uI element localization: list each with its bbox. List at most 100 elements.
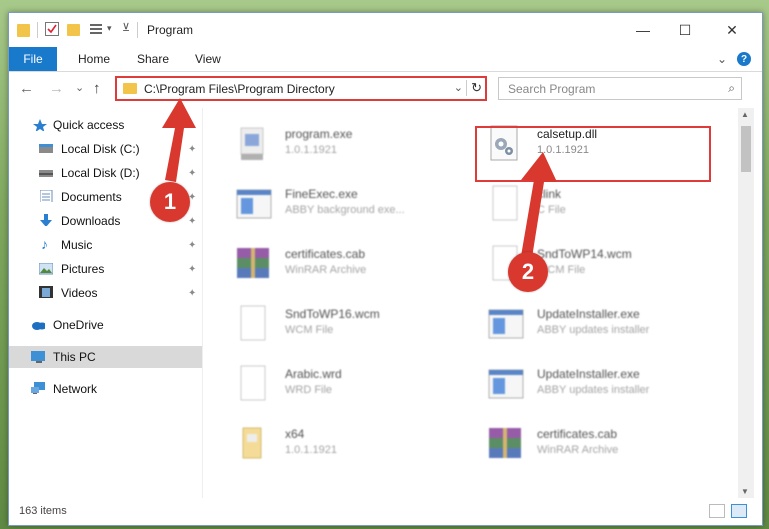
folder-icon <box>17 24 30 37</box>
step-1-badge: 1 <box>150 182 190 222</box>
sidebar-item-pictures[interactable]: Pictures ✦ <box>9 258 202 280</box>
app-window-icon <box>488 309 524 339</box>
pin-icon[interactable]: ✦ <box>188 288 196 299</box>
maximize-button[interactable]: ☐ <box>664 13 706 47</box>
videos-icon <box>39 286 53 298</box>
separator <box>137 22 138 38</box>
tab-file[interactable]: File <box>9 47 57 71</box>
sidebar-item-label: Documents <box>61 190 122 204</box>
pin-icon[interactable]: ✦ <box>188 216 196 227</box>
sidebar-item-onedrive[interactable]: OneDrive <box>9 314 202 336</box>
expand-ribbon-icon[interactable]: ⌄ <box>717 47 727 71</box>
refresh-button[interactable]: ↻ <box>466 80 482 96</box>
pin-icon[interactable]: ✦ <box>188 144 196 155</box>
large-icons-view-button[interactable] <box>731 504 747 518</box>
window-title: Program <box>147 23 194 37</box>
file-explorer-window: ▾ ⊻ Program — ☐ ✕ File Home Share View ⌄… <box>8 12 763 526</box>
vertical-scrollbar[interactable]: ▲ ▼ <box>738 108 754 498</box>
details-view-button[interactable] <box>709 504 725 518</box>
minimize-button[interactable]: — <box>622 13 664 47</box>
file-item[interactable]: certificates.cab WinRAR Archive <box>485 420 725 470</box>
address-path[interactable]: C:\Program Files\Program Directory <box>144 82 335 96</box>
status-bar: 163 items <box>9 499 762 525</box>
sidebar-item-label: Pictures <box>61 262 105 276</box>
winrar-icon <box>489 428 521 458</box>
step-2-badge: 2 <box>508 252 548 292</box>
cloud-icon <box>32 322 45 330</box>
back-button[interactable]: ← <box>19 80 34 97</box>
drive-icon <box>39 170 53 177</box>
file-name: FineExec.exe <box>285 187 358 201</box>
file-item[interactable]: clink C File <box>485 180 725 230</box>
help-icon[interactable]: ? <box>737 52 751 66</box>
file-name: SndToWP14.wcm <box>537 247 632 261</box>
file-list: program.exe 1.0.1.1921 calsetup.dll 1.0.… <box>203 108 737 498</box>
sidebar-item-videos[interactable]: Videos ✦ <box>9 282 202 304</box>
sidebar-item-label: Local Disk (C:) <box>61 142 140 156</box>
file-name: certificates.cab <box>537 427 618 441</box>
forward-button[interactable]: → <box>49 80 64 97</box>
navigation-bar: ← → ⌄ ↑ C:\Program Files\Program Directo… <box>9 72 762 106</box>
sidebar-item-label: Downloads <box>61 214 121 228</box>
address-dropdown-icon[interactable]: ⌄ <box>454 81 463 94</box>
search-input[interactable]: Search Program ⌕ <box>498 77 742 100</box>
sidebar-item-local-disk-c[interactable]: Local Disk (C:) ✦ <box>9 138 202 160</box>
sidebar-item-network[interactable]: Network <box>9 378 202 400</box>
sidebar-item-label: Videos <box>61 286 98 300</box>
file-desc: 1.0.1.1921 <box>285 144 337 156</box>
sidebar-item-label: Music <box>61 238 93 252</box>
title-bar: ▾ ⊻ Program — ☐ ✕ <box>9 13 762 47</box>
tab-view[interactable]: View <box>195 47 221 71</box>
pin-icon[interactable]: ✦ <box>188 264 196 275</box>
tab-home[interactable]: Home <box>78 47 110 71</box>
scroll-down-icon[interactable]: ▼ <box>741 487 749 496</box>
properties-icon[interactable] <box>45 22 59 36</box>
file-item[interactable]: FineExec.exe ABBY background exe... <box>233 180 473 230</box>
file-item[interactable]: UpdateInstaller.exe ABBY updates install… <box>485 360 725 410</box>
sidebar-item-music[interactable]: ♪ Music ✦ <box>9 234 202 256</box>
file-item[interactable]: UpdateInstaller.exe ABBY updates install… <box>485 300 725 350</box>
item-count: 163 items <box>19 505 67 517</box>
separator <box>37 22 38 38</box>
blank-file-icon <box>492 185 518 221</box>
file-item[interactable]: SndToWP16.wcm WCM File <box>233 300 473 350</box>
search-icon: ⌕ <box>728 81 735 95</box>
tab-share[interactable]: Share <box>137 47 169 71</box>
scroll-up-icon[interactable]: ▲ <box>741 110 749 119</box>
pin-down-icon[interactable]: ⊻ <box>122 21 130 37</box>
file-name: UpdateInstaller.exe <box>537 367 640 381</box>
file-item[interactable]: certificates.cab WinRAR Archive <box>233 240 473 290</box>
pin-icon[interactable]: ✦ <box>188 240 196 251</box>
search-placeholder: Search Program <box>508 82 596 96</box>
file-item[interactable]: Arabic.wrd WRD File <box>233 360 473 410</box>
file-name: UpdateInstaller.exe <box>537 307 640 321</box>
new-folder-icon[interactable] <box>67 24 80 36</box>
sidebar-item-local-disk-d[interactable]: Local Disk (D:) ✦ <box>9 162 202 184</box>
blank-file-icon <box>240 305 266 341</box>
scroll-thumb[interactable] <box>741 126 751 172</box>
documents-icon <box>40 190 53 202</box>
view-options-icon[interactable] <box>89 22 103 36</box>
file-desc: WinRAR Archive <box>285 264 367 276</box>
customize-toolbar-icon[interactable]: ▾ <box>107 23 112 39</box>
file-name: SndToWP16.wcm <box>285 307 380 321</box>
file-name: Arabic.wrd <box>285 367 342 381</box>
recent-locations-button[interactable]: ⌄ <box>75 81 84 94</box>
file-item[interactable]: x64 1.0.1.1921 <box>233 420 473 470</box>
sidebar-item-quick-access[interactable]: Quick access <box>9 114 202 136</box>
file-item[interactable]: program.exe 1.0.1.1921 <box>233 120 473 170</box>
pin-icon[interactable]: ✦ <box>188 168 196 179</box>
up-button[interactable]: ↑ <box>93 80 101 97</box>
file-desc: WCM File <box>285 324 334 336</box>
file-name: x64 <box>285 427 305 441</box>
address-bar[interactable]: C:\Program Files\Program Directory ⌄ ↻ <box>115 76 487 101</box>
sidebar-item-this-pc[interactable]: This PC <box>9 346 202 368</box>
sidebar-item-label: This PC <box>53 350 96 364</box>
file-desc: 1.0.1.1921 <box>285 444 337 456</box>
sidebar-item-label: Local Disk (D:) <box>61 166 140 180</box>
music-icon: ♪ <box>41 236 48 252</box>
ribbon-tabs: File Home Share View ⌄ ? <box>9 47 762 72</box>
file-desc: ABBY background exe... <box>285 204 405 216</box>
close-button[interactable]: ✕ <box>711 13 753 47</box>
winrar-icon <box>237 248 269 278</box>
